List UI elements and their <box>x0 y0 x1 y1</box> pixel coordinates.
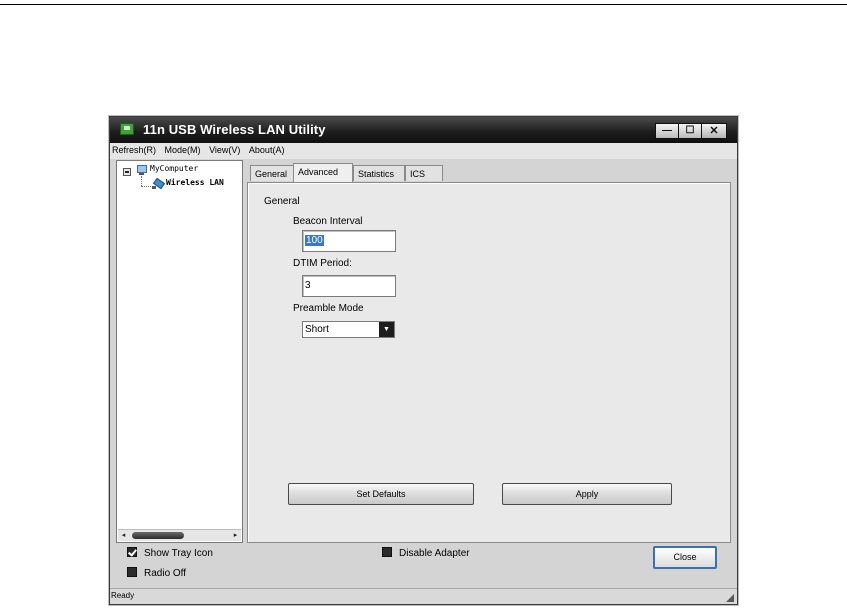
radio-off-label: Radio Off <box>144 568 187 579</box>
collapse-icon[interactable] <box>123 168 131 176</box>
menu-view[interactable]: View(V) <box>208 143 242 155</box>
scroll-thumb[interactable] <box>132 532 184 539</box>
maximize-button[interactable]: ☐ <box>678 123 702 139</box>
radio-off-option[interactable]: Radio Off <box>127 567 186 579</box>
computer-icon <box>136 165 147 176</box>
beacon-interval-label: Beacon Interval <box>293 216 363 227</box>
tab-ics[interactable]: ICS <box>405 165 443 181</box>
apply-button[interactable]: Apply <box>502 483 672 505</box>
window-controls: — ☐ ✕ <box>655 123 727 139</box>
show-tray-icon-option[interactable]: Show Tray Icon <box>127 547 213 559</box>
tab-general[interactable]: General <box>250 165 294 181</box>
preamble-mode-select[interactable]: Short ▼ <box>302 321 395 338</box>
show-tray-icon-checkbox[interactable] <box>127 547 137 557</box>
dropdown-arrow-icon[interactable]: ▼ <box>379 322 394 337</box>
disable-adapter-label: Disable Adapter <box>399 548 470 559</box>
disable-adapter-option[interactable]: Disable Adapter <box>382 547 470 559</box>
menu-bar: Refresh(R) Mode(M) View(V) About(A) <box>110 143 737 159</box>
tree-connector <box>141 176 142 186</box>
preamble-mode-label: Preamble Mode <box>293 303 364 314</box>
beacon-interval-value: 100 <box>305 235 324 246</box>
beacon-interval-input[interactable]: 100 <box>302 230 396 252</box>
menu-refresh[interactable]: Refresh(R) <box>111 143 158 155</box>
set-defaults-button[interactable]: Set Defaults <box>288 483 474 505</box>
title-bar[interactable]: 11n USB Wireless LAN Utility — ☐ ✕ <box>110 117 737 143</box>
close-button[interactable]: Close <box>653 546 717 569</box>
tree-item-wireless-lan[interactable]: Wireless LAN <box>166 178 224 187</box>
tab-statistics[interactable]: Statistics <box>353 165 405 181</box>
tab-advanced[interactable]: Advanced <box>293 163 353 182</box>
tree-horizontal-scrollbar[interactable]: ◂ ▸ <box>118 529 241 541</box>
advanced-panel: General Beacon Interval 100 DTIM Period:… <box>247 182 731 543</box>
document-top-rule <box>0 4 847 5</box>
preamble-mode-value: Short <box>305 324 329 335</box>
app-icon <box>120 123 134 135</box>
tree-connector-branch <box>141 186 151 187</box>
device-tree: MyComputer Wireless LAN ◂ ▸ <box>116 160 243 543</box>
scroll-right-icon[interactable]: ▸ <box>230 530 241 541</box>
menu-about[interactable]: About(A) <box>248 143 287 155</box>
window-title: 11n USB Wireless LAN Utility <box>143 122 326 137</box>
size-grip-icon[interactable] <box>726 594 734 602</box>
minimize-button[interactable]: — <box>655 123 679 139</box>
wireless-adapter-icon <box>152 178 164 190</box>
radio-off-checkbox[interactable] <box>127 567 137 577</box>
show-tray-icon-label: Show Tray Icon <box>144 548 213 559</box>
dtim-period-input[interactable]: 3 <box>302 275 396 297</box>
window-close-button[interactable]: ✕ <box>701 123 727 139</box>
menu-mode[interactable]: Mode(M) <box>164 143 203 155</box>
dtim-period-value: 3 <box>305 280 311 291</box>
tree-item-mycomputer[interactable]: MyComputer <box>150 164 198 173</box>
status-text: Ready <box>111 591 135 600</box>
utility-window: 11n USB Wireless LAN Utility — ☐ ✕ Refre… <box>109 116 738 605</box>
status-bar: Ready <box>110 588 737 604</box>
group-label-general: General <box>264 196 300 207</box>
dtim-period-label: DTIM Period: <box>293 258 352 269</box>
disable-adapter-checkbox[interactable] <box>382 547 392 557</box>
scroll-left-icon[interactable]: ◂ <box>118 530 129 541</box>
